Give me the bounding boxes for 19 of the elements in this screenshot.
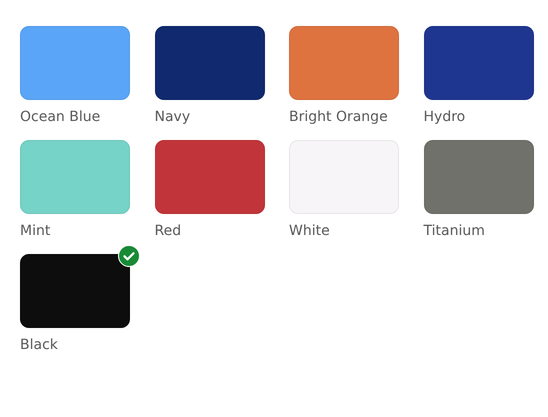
- color-name: Mint: [20, 222, 52, 240]
- color-name: Navy: [154, 109, 192, 126]
- color-swatch[interactable]: [20, 26, 130, 100]
- color-name: Black: [20, 336, 59, 354]
- color-name: White: [289, 222, 331, 240]
- color-swatch[interactable]: [154, 26, 264, 100]
- color-swatch[interactable]: [20, 254, 130, 328]
- color-name: Bright Orange: [289, 109, 389, 126]
- color-swatch[interactable]: [424, 140, 534, 214]
- color-swatch[interactable]: [424, 26, 534, 100]
- color-name: Red: [154, 222, 182, 240]
- color-name: Hydro: [424, 109, 466, 126]
- color-swatch[interactable]: [20, 140, 130, 214]
- color-name: Titanium: [424, 222, 486, 240]
- color-name: Ocean Blue: [20, 109, 102, 126]
- color-swatch[interactable]: [289, 140, 399, 214]
- color-swatch[interactable]: [154, 140, 264, 214]
- check-icon: [118, 244, 140, 267]
- color-swatch[interactable]: [289, 26, 399, 100]
